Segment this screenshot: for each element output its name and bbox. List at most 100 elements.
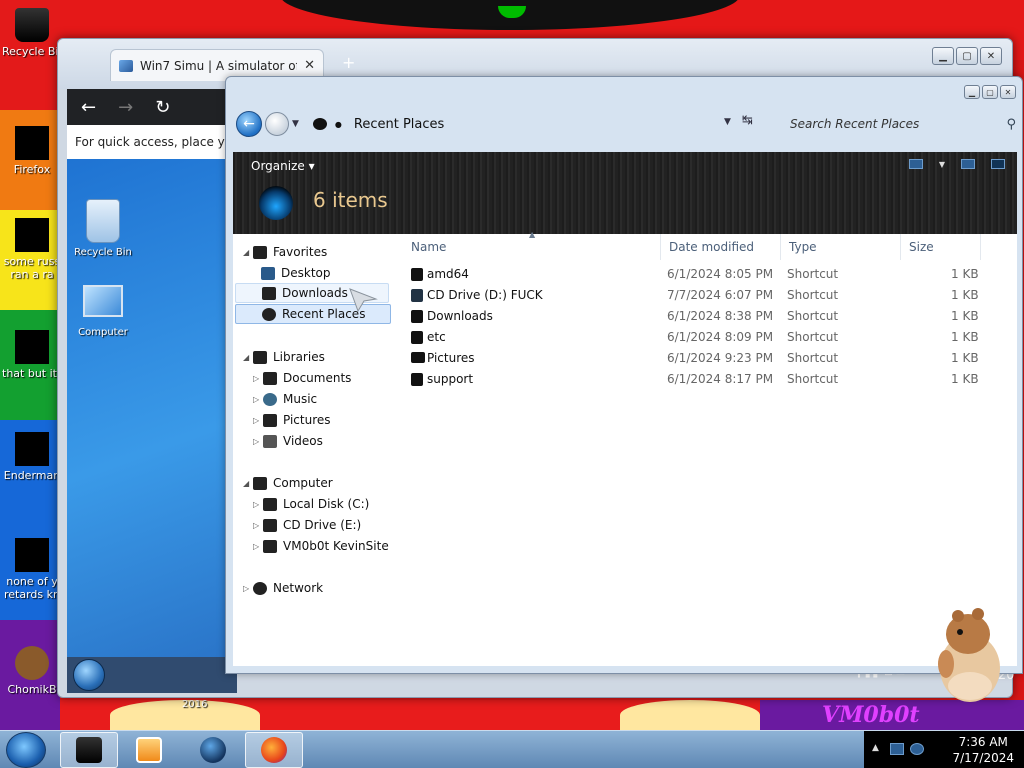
nav-music[interactable]: ▷ Music <box>253 389 317 409</box>
back-button[interactable]: ← <box>236 111 262 137</box>
nav-cd-drive[interactable]: ▷ CD Drive (E:) <box>253 515 361 535</box>
explorer-icon <box>76 737 102 763</box>
shortcut-icon <box>411 373 423 386</box>
desktop-icon <box>261 266 275 280</box>
search-input[interactable]: Search Recent Places ⚲ <box>776 111 1016 137</box>
desktop-icon-file[interactable]: some russ ran a ra <box>2 218 62 281</box>
collapse-icon[interactable]: ▷ <box>253 542 263 551</box>
cd-drive-icon <box>263 518 277 532</box>
desktop-icon-enderman[interactable]: Enderman <box>2 432 62 482</box>
file-row[interactable]: support 6/1/2024 8:17 PM Shortcut 1 KB <box>403 369 1003 390</box>
cd-drive-icon <box>411 289 423 302</box>
sim-taskbar <box>67 657 237 693</box>
change-view-icon[interactable] <box>908 159 923 169</box>
collapse-icon[interactable]: ▷ <box>253 521 263 530</box>
desktop-icon-firefox[interactable]: Firefox <box>2 126 62 176</box>
clock[interactable]: 7:36 AM 7/17/2024 <box>952 734 1014 766</box>
shortcut-icon <box>411 268 423 281</box>
desktop-icon-folder[interactable]: that but its <box>2 330 62 380</box>
file-icon <box>15 218 49 252</box>
maximize-button[interactable]: ▢ <box>982 85 998 99</box>
taskbar: ▲ 7:36 AM 7/17/2024 <box>0 730 1024 768</box>
collapse-icon[interactable]: ▷ <box>253 374 263 383</box>
explorer-titlebar[interactable]: ▁ ▢ ✕ <box>226 77 1022 107</box>
nav-favorites[interactable]: ◢ Favorites <box>243 242 327 262</box>
network-icon[interactable] <box>890 743 904 755</box>
taskbar-media-player-button[interactable] <box>120 732 178 768</box>
refresh-icon[interactable]: ↹ <box>742 113 753 128</box>
start-button[interactable] <box>6 732 46 768</box>
hamster-icon <box>15 646 49 680</box>
expand-icon[interactable]: ◢ <box>243 248 253 257</box>
column-date-modified[interactable]: Date modified <box>661 234 781 260</box>
minimize-button[interactable]: ▁ <box>964 85 980 99</box>
hard-drive-icon <box>263 497 277 511</box>
wallpaper-brand: VM0b0t <box>822 702 920 728</box>
system-tray: ▲ 7:36 AM 7/17/2024 <box>864 731 1024 768</box>
close-button[interactable]: ✕ <box>980 47 1002 65</box>
view-chevron-down-icon[interactable]: ▼ <box>939 160 945 169</box>
reload-icon[interactable]: ↻ <box>155 97 170 118</box>
forward-button[interactable] <box>265 112 289 136</box>
nav-network-drive[interactable]: ▷ VM0b0t KevinSite <box>253 536 389 556</box>
nav-documents[interactable]: ▷ Documents <box>253 368 351 388</box>
breadcrumb-separator[interactable]: ● <box>335 120 342 129</box>
expand-icon[interactable]: ◢ <box>243 479 253 488</box>
app-icon <box>15 432 49 466</box>
nav-computer[interactable]: ◢ Computer <box>243 473 333 493</box>
nav-network[interactable]: ▷ Network <box>243 578 323 598</box>
music-icon <box>263 392 277 406</box>
desktop-icon-recycle-bin[interactable]: Recycle Bin <box>2 8 62 58</box>
nav-pictures[interactable]: ▷ Pictures <box>253 410 331 430</box>
computer-icon <box>83 285 123 317</box>
desktop-icon-chomik[interactable]: ChomikB <box>2 646 62 696</box>
new-tab-button[interactable]: + <box>342 53 355 72</box>
downloads-icon <box>262 286 276 300</box>
volume-icon[interactable] <box>910 743 924 755</box>
browser-navbar: ← → ↻ <box>67 89 237 125</box>
collapse-icon[interactable]: ▷ <box>253 416 263 425</box>
back-arrow-icon[interactable]: ← <box>81 97 96 118</box>
browser-window-controls: ▁ ▢ ✕ <box>932 47 1002 65</box>
nav-videos[interactable]: ▷ Videos <box>253 431 323 451</box>
column-type[interactable]: Type <box>781 234 901 260</box>
close-button[interactable]: ✕ <box>1000 85 1016 99</box>
taskbar-globe-button[interactable] <box>184 732 242 768</box>
tray-expand-icon[interactable]: ▲ <box>872 743 879 753</box>
file-row[interactable]: etc 6/1/2024 8:09 PM Shortcut 1 KB <box>403 327 1003 348</box>
file-row[interactable]: Pictures 6/1/2024 9:23 PM Shortcut 1 KB <box>403 348 1003 369</box>
collapse-icon[interactable]: ▷ <box>253 437 263 446</box>
taskbar-firefox-button[interactable] <box>245 732 303 768</box>
file-row[interactable]: CD Drive (D:) FUCK 7/7/2024 6:07 PM Shor… <box>403 285 1003 306</box>
firefox-icon <box>261 737 287 763</box>
search-icon[interactable]: ⚲ <box>1006 117 1016 132</box>
preview-pane-icon[interactable] <box>961 159 975 169</box>
organize-button[interactable]: Organize ▾ <box>251 159 315 173</box>
file-row[interactable]: Downloads 6/1/2024 8:38 PM Shortcut 1 KB <box>403 306 1003 327</box>
column-size[interactable]: Size <box>901 234 981 260</box>
collapse-icon[interactable]: ▷ <box>253 395 263 404</box>
recent-pages-chevron-down-icon[interactable]: ▼ <box>292 119 299 129</box>
minimize-button[interactable]: ▁ <box>932 47 954 65</box>
address-chevron-down-icon[interactable]: ▼ <box>724 117 731 127</box>
desktop-icon-chrome[interactable]: none of y retards kn <box>2 538 62 601</box>
nav-libraries[interactable]: ◢ Libraries <box>243 347 325 367</box>
breadcrumb-location[interactable]: Recent Places <box>354 117 444 132</box>
help-icon[interactable] <box>991 159 1005 169</box>
sim-recycle-bin[interactable]: Recycle Bin <box>71 199 135 258</box>
tab-close-icon[interactable]: ✕ <box>304 58 315 73</box>
sim-computer[interactable]: Computer <box>71 285 135 338</box>
collapse-icon[interactable]: ▷ <box>253 500 263 509</box>
nav-local-disk[interactable]: ▷ Local Disk (C:) <box>253 494 369 514</box>
wallpaper-year: 2016 <box>182 699 208 710</box>
sim-start-orb-icon[interactable] <box>73 659 105 691</box>
nav-desktop[interactable]: Desktop <box>261 263 331 283</box>
maximize-button[interactable]: ▢ <box>956 47 978 65</box>
folder-orb-icon <box>259 186 293 220</box>
collapse-icon[interactable]: ▷ <box>243 584 253 593</box>
forward-arrow-icon[interactable]: → <box>118 97 133 118</box>
expand-icon[interactable]: ◢ <box>243 353 253 362</box>
hamster-sticker-icon <box>938 608 1000 702</box>
file-row[interactable]: amd64 6/1/2024 8:05 PM Shortcut 1 KB <box>403 264 1003 285</box>
taskbar-explorer-button[interactable] <box>60 732 118 768</box>
